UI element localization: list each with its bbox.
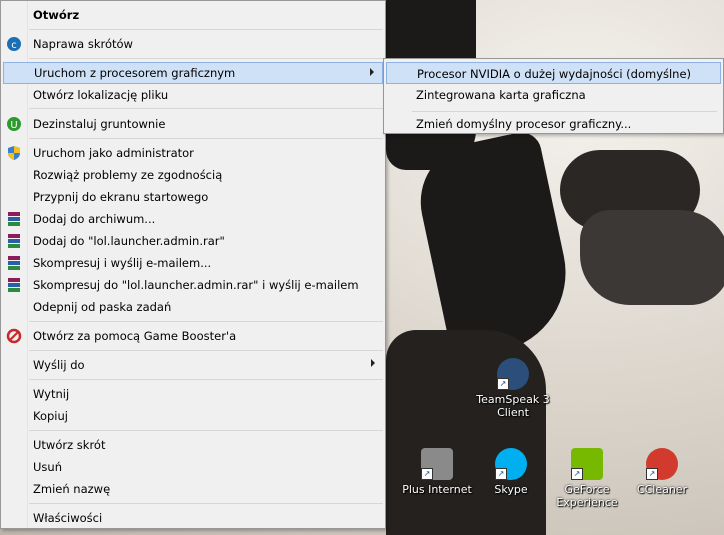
- submenu-item-nvidia-gpu[interactable]: Procesor NVIDIA o dużej wydajności (domy…: [386, 62, 721, 84]
- desktop-icon-geforce[interactable]: ↗ GeForce Experience: [545, 448, 629, 509]
- submenu-item-change-default-gpu[interactable]: Zmień domyślny procesor graficzny...: [386, 113, 721, 135]
- menu-item-open-with-game-booster[interactable]: Otwórz za pomocą Game Booster'a: [3, 325, 383, 347]
- geforce-icon: ↗: [571, 448, 603, 480]
- menu-item-label: Kopiuj: [33, 409, 68, 423]
- menu-item-label: Właściwości: [33, 511, 103, 525]
- uac-shield-icon: [6, 145, 22, 161]
- menu-item-compress-and-email[interactable]: Skompresuj i wyślij e-mailem...: [3, 252, 383, 274]
- menu-item-label: Odepnij od paska zadań: [33, 300, 172, 314]
- winrar-icon: [6, 255, 22, 271]
- menu-item-add-to-rar[interactable]: Dodaj do "lol.launcher.admin.rar": [3, 230, 383, 252]
- ccleaner-icon: ↗: [646, 448, 678, 480]
- menu-item-label: Dodaj do "lol.launcher.admin.rar": [33, 234, 225, 248]
- menu-item-create-shortcut[interactable]: Utwórz skrót: [3, 434, 383, 456]
- menu-item-rename[interactable]: Zmień nazwę: [3, 478, 383, 500]
- menu-separator: [29, 108, 383, 109]
- menu-item-unpin-taskbar[interactable]: Odepnij od paska zadań: [3, 296, 383, 318]
- shortcut-arrow-icon: ↗: [421, 468, 433, 480]
- menu-item-label: Dezinstaluj gruntownie: [33, 117, 166, 131]
- menu-item-open-file-location[interactable]: Otwórz lokalizację pliku: [3, 84, 383, 106]
- gpu-submenu: Procesor NVIDIA o dużej wydajności (domy…: [383, 58, 724, 134]
- menu-item-compress-rar-and-email[interactable]: Skompresuj do "lol.launcher.admin.rar" i…: [3, 274, 383, 296]
- menu-item-label: Otwórz lokalizację pliku: [33, 88, 169, 102]
- menu-item-label: Wyślij do: [33, 358, 85, 372]
- context-menu: Otwórz c Naprawa skrótów Uruchom z proce…: [0, 0, 386, 529]
- menu-item-label: Utwórz skrót: [33, 438, 106, 452]
- menu-item-copy[interactable]: Kopiuj: [3, 405, 383, 427]
- menu-item-open[interactable]: Otwórz: [3, 4, 383, 26]
- desktop-icon-skype[interactable]: ↗ Skype: [469, 448, 553, 496]
- menu-separator: [29, 58, 383, 59]
- winrar-icon: [6, 211, 22, 227]
- shortcut-arrow-icon: ↗: [497, 378, 509, 390]
- desktop-icon-label: TeamSpeak 3 Client: [476, 393, 550, 419]
- submenu-item-integrated-gpu[interactable]: Zintegrowana karta graficzna: [386, 84, 721, 106]
- winrar-icon: [6, 277, 22, 293]
- menu-item-send-to[interactable]: Wyślij do: [3, 354, 383, 376]
- menu-item-label: Dodaj do archiwum...: [33, 212, 156, 226]
- menu-item-delete[interactable]: Usuń: [3, 456, 383, 478]
- submenu-item-label: Zintegrowana karta graficzna: [416, 88, 586, 102]
- menu-item-pin-to-start[interactable]: Przypnij do ekranu startowego: [3, 186, 383, 208]
- menu-separator: [29, 321, 383, 322]
- menu-item-label: Zmień nazwę: [33, 482, 111, 496]
- game-booster-icon: [6, 328, 22, 344]
- desktop-icon-label: Plus Internet: [402, 483, 472, 496]
- shortcut-arrow-icon: ↗: [646, 468, 658, 480]
- menu-item-label: Rozwiąż problemy ze zgodnością: [33, 168, 223, 182]
- menu-separator: [29, 29, 383, 30]
- menu-separator: [29, 379, 383, 380]
- menu-separator: [29, 350, 383, 351]
- svg-text:c: c: [11, 40, 17, 51]
- menu-item-label: Usuń: [33, 460, 62, 474]
- shortcut-arrow-icon: ↗: [495, 468, 507, 480]
- submenu-separator: [412, 111, 717, 112]
- menu-item-label: Uruchom jako administrator: [33, 146, 194, 160]
- desktop-icon-teamspeak[interactable]: ↗ TeamSpeak 3 Client: [471, 358, 555, 419]
- shortcut-arrow-icon: ↗: [571, 468, 583, 480]
- uninstall-icon: U: [6, 116, 22, 132]
- menu-item-label: Otwórz za pomocą Game Booster'a: [33, 329, 237, 343]
- submenu-arrow-icon: [370, 68, 374, 76]
- svg-text:U: U: [10, 120, 17, 131]
- repair-icon: c: [6, 36, 22, 52]
- menu-item-label: Naprawa skrótów: [33, 37, 133, 51]
- menu-item-label: Skompresuj i wyślij e-mailem...: [33, 256, 212, 270]
- menu-item-label: Otwórz: [33, 8, 80, 22]
- menu-item-label: Skompresuj do "lol.launcher.admin.rar" i…: [33, 278, 359, 292]
- submenu-arrow-icon: [371, 359, 375, 367]
- menu-item-run-with-gpu[interactable]: Uruchom z procesorem graficznym: [3, 62, 383, 84]
- menu-item-cut[interactable]: Wytnij: [3, 383, 383, 405]
- menu-item-run-as-admin[interactable]: Uruchom jako administrator: [3, 142, 383, 164]
- skype-icon: ↗: [495, 448, 527, 480]
- desktop-icon-label: GeForce Experience: [556, 483, 618, 509]
- desktop-icon-ccleaner[interactable]: ↗ CCleaner: [620, 448, 704, 496]
- menu-item-add-to-archive[interactable]: Dodaj do archiwum...: [3, 208, 383, 230]
- menu-separator: [29, 430, 383, 431]
- menu-item-label: Uruchom z procesorem graficznym: [34, 66, 236, 80]
- menu-item-troubleshoot-compat[interactable]: Rozwiąż problemy ze zgodnością: [3, 164, 383, 186]
- desktop-icon-label: CCleaner: [636, 483, 688, 496]
- menu-separator: [29, 503, 383, 504]
- winrar-icon: [6, 233, 22, 249]
- menu-item-label: Przypnij do ekranu startowego: [33, 190, 209, 204]
- plus-internet-icon: ↗: [421, 448, 453, 480]
- desktop-icon-label: Skype: [494, 483, 528, 496]
- menu-item-repair-shortcuts[interactable]: c Naprawa skrótów: [3, 33, 383, 55]
- wallpaper-shoe: [580, 210, 724, 305]
- menu-item-label: Wytnij: [33, 387, 70, 401]
- menu-item-uninstall[interactable]: U Dezinstaluj gruntownie: [3, 113, 383, 135]
- menu-separator: [29, 138, 383, 139]
- teamspeak-icon: ↗: [497, 358, 529, 390]
- submenu-item-label: Zmień domyślny procesor graficzny...: [416, 117, 632, 131]
- submenu-item-label: Procesor NVIDIA o dużej wydajności (domy…: [417, 67, 692, 81]
- wallpaper-figure-leg: [409, 128, 581, 362]
- menu-item-properties[interactable]: Właściwości: [3, 507, 383, 529]
- desktop-icon-plus-internet[interactable]: ↗ Plus Internet: [395, 448, 479, 496]
